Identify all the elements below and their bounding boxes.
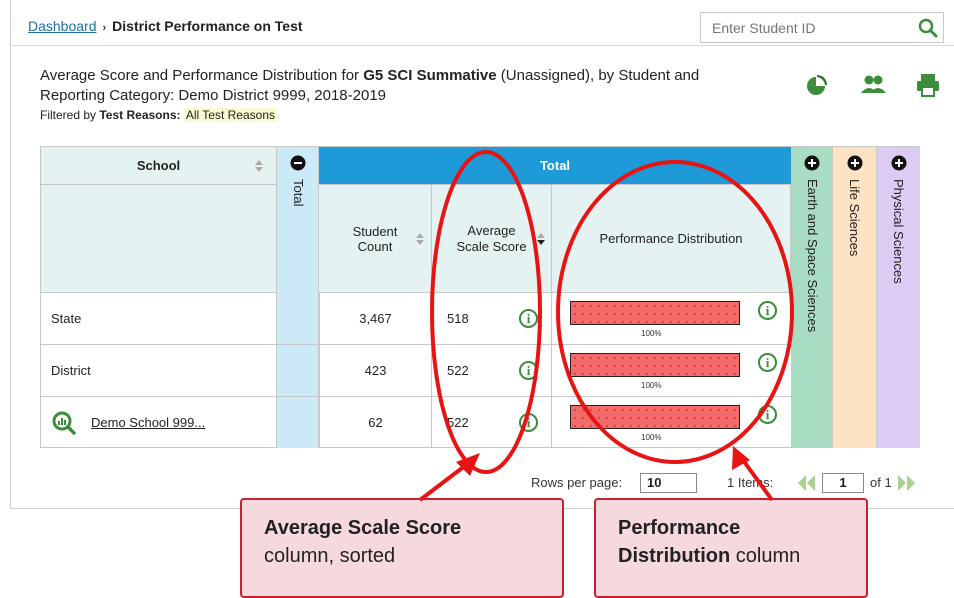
group-students-icon <box>861 75 886 93</box>
rows-per-page-label: Rows per page: <box>531 475 623 490</box>
school-link[interactable]: Demo School 999... <box>91 415 205 430</box>
expand-icon[interactable] <box>847 155 863 171</box>
row-distribution-cell: 100% i <box>552 397 791 448</box>
avg-score-label-line1: Average <box>467 222 516 238</box>
row-name-cell: Demo School 999... <box>41 397 277 448</box>
student-id-search-input[interactable] <box>700 12 922 43</box>
row-average-score-cell: 522 i <box>432 397 552 448</box>
info-icon[interactable]: i <box>758 405 777 424</box>
info-icon[interactable]: i <box>519 413 538 432</box>
heading-prefix: Average Score and Performance Distributi… <box>40 67 364 84</box>
distribution-bar[interactable] <box>570 301 740 325</box>
filter-key: Test Reasons: <box>99 108 181 122</box>
callout-bold: Performance <box>618 517 741 539</box>
callout-performance-distribution: Performance Distribution column <box>594 498 868 598</box>
collapse-icon[interactable] <box>290 155 306 171</box>
row-average-score: 518 <box>447 311 469 326</box>
sort-toggle-icon[interactable] <box>254 159 264 173</box>
performance-table: School Total Total Student Count Average… <box>40 146 920 448</box>
expand-icon[interactable] <box>804 155 820 171</box>
school-report-icon[interactable] <box>51 410 77 436</box>
heading-line2: Reporting Category: Demo District 9999, … <box>40 87 387 104</box>
callout-average-scale-score: Average Scale Score column, sorted <box>240 498 564 598</box>
sort-descending-icon[interactable] <box>536 232 546 246</box>
row-name: District <box>41 345 277 396</box>
school-header-label: School <box>136 158 181 173</box>
row-distribution-cell: 100% i <box>552 345 791 396</box>
category-label: Physical Sciences <box>891 179 906 284</box>
print-icon <box>917 74 939 97</box>
next-page-icon[interactable] <box>896 473 918 493</box>
breadcrumb-current: District Performance on Test <box>112 18 303 34</box>
row-student-count: 3,467 <box>319 293 432 344</box>
sort-toggle-icon[interactable] <box>415 232 425 246</box>
row-average-score: 522 <box>447 415 469 430</box>
info-icon[interactable]: i <box>519 309 538 328</box>
info-icon[interactable]: i <box>758 301 777 320</box>
table-row: Demo School 999... 62 522 i 100% i <box>41 397 791 449</box>
school-column-header[interactable]: School <box>41 147 277 185</box>
student-count-label: Student Count <box>352 223 398 254</box>
performance-distribution-header: Performance Distribution <box>552 185 791 293</box>
callout-text: column <box>730 545 801 567</box>
row-student-count: 423 <box>319 345 432 396</box>
items-count-label: 1 Items: <box>727 475 774 490</box>
info-icon[interactable]: i <box>758 353 777 372</box>
callout-bold: Distribution <box>618 545 731 567</box>
distribution-percent: 100% <box>641 381 662 390</box>
rows-per-page-select[interactable]: 10 <box>640 473 697 493</box>
table-row: State 3,467 518 i 100% i <box>41 293 791 345</box>
print-button[interactable] <box>912 69 944 101</box>
assessment-name: G5 SCI Summative <box>363 67 497 84</box>
breadcrumb-separator: › <box>102 22 107 34</box>
distribution-bar[interactable] <box>570 353 740 377</box>
student-count-header[interactable]: Student Count <box>319 185 432 293</box>
filter-summary: Filtered by Test Reasons: All Test Reaso… <box>40 108 277 122</box>
pie-chart-button[interactable] <box>800 69 832 101</box>
breadcrumb-dashboard-link[interactable]: Dashboard <box>28 18 97 34</box>
row-average-score-cell: 518 i <box>432 293 552 344</box>
distribution-percent: 100% <box>641 433 662 442</box>
breadcrumb: Dashboard › District Performance on Test <box>28 18 303 34</box>
life-sciences-column[interactable]: Life Sciences <box>833 147 877 448</box>
info-icon[interactable]: i <box>519 361 538 380</box>
page-total-label: of 1 <box>870 475 892 490</box>
callout-bold: Average Scale Score <box>264 517 462 539</box>
page-number-input[interactable]: 1 <box>822 473 864 493</box>
average-scale-score-header[interactable]: Average Scale Score <box>432 185 552 293</box>
row-distribution-cell: 100% i <box>552 293 791 344</box>
table-row: District 423 522 i 100% i <box>41 345 791 397</box>
report-heading: Average Score and Performance Distributi… <box>40 66 800 106</box>
filter-label: Filtered by <box>40 108 100 122</box>
filter-value: All Test Reasons <box>183 108 277 122</box>
avg-score-label-line2: Scale Score <box>456 238 527 254</box>
earth-space-sciences-column[interactable]: Earth and Space Sciences <box>791 147 833 448</box>
row-name: State <box>41 293 277 344</box>
heading-middle: (Unassigned), by Student and <box>496 67 700 84</box>
group-students-button[interactable] <box>857 69 889 101</box>
total-collapse-label: Total <box>291 179 306 207</box>
row-student-count: 62 <box>319 397 432 448</box>
previous-page-icon[interactable] <box>796 473 818 493</box>
row-average-score: 522 <box>447 363 469 378</box>
category-label: Life Sciences <box>847 179 862 257</box>
distribution-bar[interactable] <box>570 405 740 429</box>
distribution-percent: 100% <box>641 329 662 338</box>
total-header: Total <box>319 147 791 185</box>
expand-icon[interactable] <box>891 155 907 171</box>
category-label: Earth and Space Sciences <box>805 179 820 333</box>
school-subheader <box>41 185 277 293</box>
callout-text: column, sorted <box>264 545 396 567</box>
pie-chart-icon <box>807 75 827 95</box>
search-icon <box>918 18 938 38</box>
search-button[interactable] <box>912 12 944 43</box>
physical-sciences-column[interactable]: Physical Sciences <box>877 147 920 448</box>
row-average-score-cell: 522 i <box>432 345 552 396</box>
